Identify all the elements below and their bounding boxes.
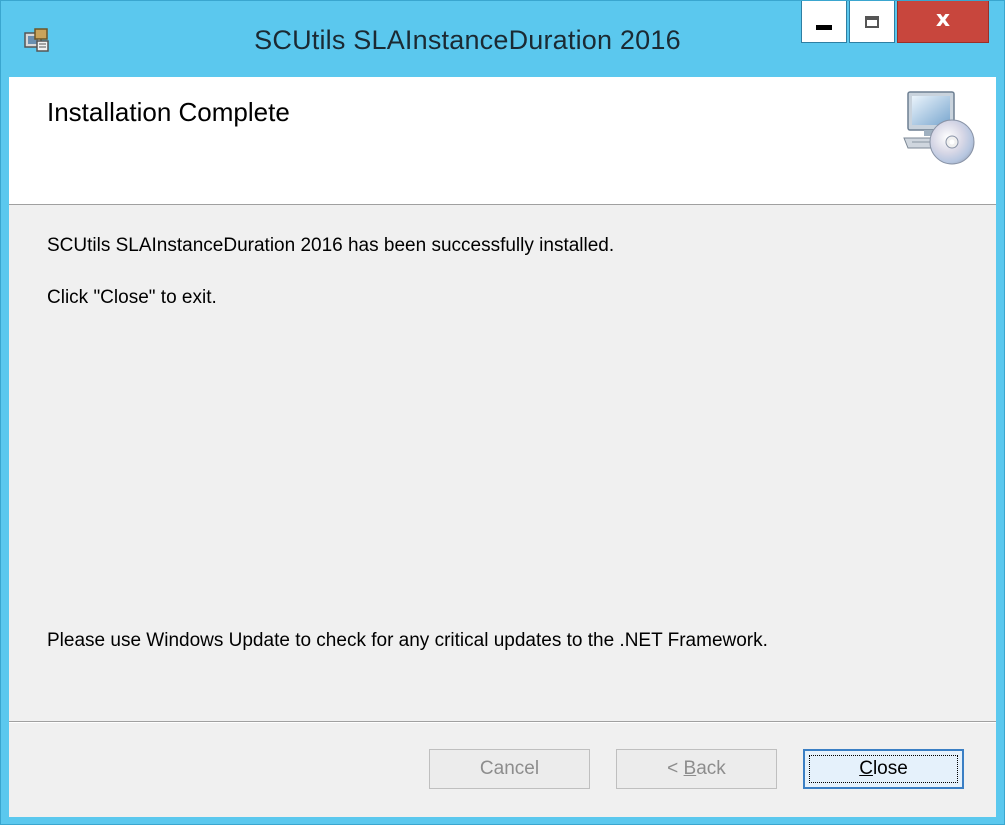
close-button-accelerator: C: [859, 758, 873, 779]
minimize-icon: [816, 25, 832, 30]
header-banner: Installation Complete: [9, 77, 996, 205]
exit-instruction: Click "Close" to exit.: [47, 287, 217, 308]
windows-update-note: Please use Windows Update to check for a…: [47, 630, 768, 651]
dialog-body: Installation Complete SCUtils SLAInstanc…: [9, 77, 996, 817]
footer-divider: [9, 721, 996, 723]
title-bar[interactable]: SCUtils SLAInstanceDuration 2016 x: [1, 1, 1004, 77]
back-button-accelerator: B: [683, 758, 697, 779]
success-message: SCUtils SLAInstanceDuration 2016 has bee…: [47, 235, 615, 256]
installer-window: SCUtils SLAInstanceDuration 2016 x Insta…: [0, 0, 1005, 825]
close-button-label: lose: [872, 758, 908, 779]
cancel-button-label: Cancel: [479, 758, 540, 779]
close-button[interactable]: Close: [803, 749, 964, 789]
maximize-icon: [865, 15, 879, 28]
minimize-button[interactable]: [801, 1, 847, 43]
cancel-button[interactable]: Cancel: [429, 749, 590, 789]
computer-cd-icon: [903, 91, 975, 165]
maximize-button[interactable]: [849, 1, 895, 43]
back-button[interactable]: < Back: [616, 749, 777, 789]
close-icon: x: [935, 7, 951, 32]
page-title: Installation Complete: [47, 97, 290, 127]
back-button-label: ack: [696, 758, 726, 779]
close-window-button[interactable]: x: [897, 1, 989, 43]
back-button-prefix: <: [667, 758, 684, 779]
